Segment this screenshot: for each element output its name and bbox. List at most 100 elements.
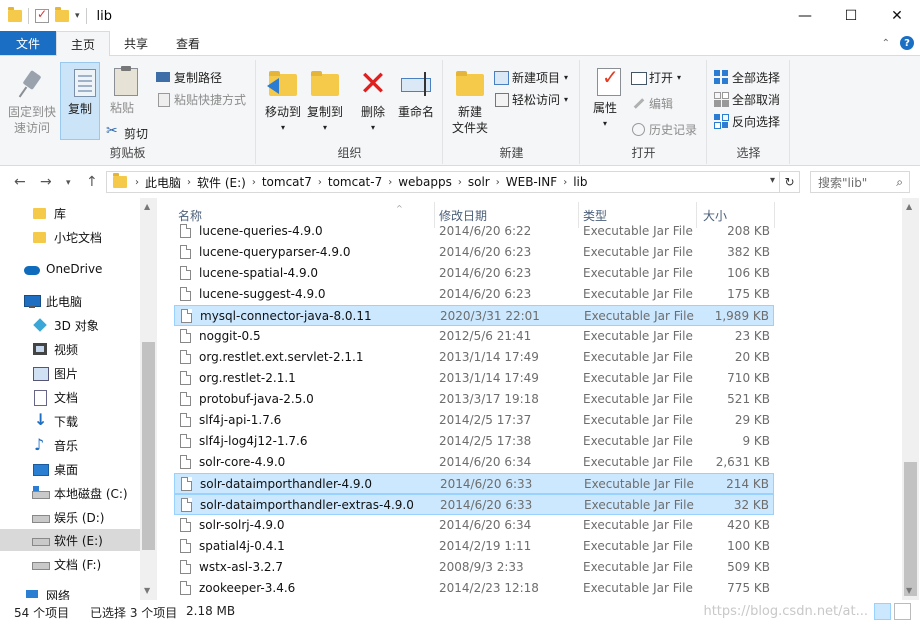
file-row[interactable]: lucene-spatial-4.9.0 2014/6/20 6:23 Execut… [174,263,774,284]
file-row[interactable]: slf4j-log4j12-1.7.6 2014/2/5 17:38 Executa… [174,431,774,452]
file-type: Executable Jar File [584,477,694,491]
open-button[interactable]: 打开 ▾ [631,66,681,88]
breadcrumb-lib[interactable]: lib [569,175,591,189]
file-row[interactable]: wstx-asl-3.2.7 2008/9/3 2:33 Executable Ja… [174,557,774,578]
address-history-chevron-icon[interactable]: ▾ [770,175,775,186]
breadcrumb-drive-e[interactable]: 软件 (E:) [193,174,250,191]
properties-button[interactable]: 属性 ▾ [585,62,625,140]
file-size: 509 KB [727,560,770,574]
file-row[interactable]: lucene-queries-4.9.0 2014/6/20 6:22 Execut… [174,221,774,242]
easy-access-button[interactable]: 轻松访问 ▾ [494,88,568,110]
file-row[interactable]: solr-core-4.9.0 2014/6/20 6:34 Executable … [174,452,774,473]
select-none-button[interactable]: 全部取消 [714,88,780,110]
properties-icon [597,68,621,96]
details-view-button[interactable] [874,603,891,620]
history-button[interactable]: 历史记录 [631,118,697,140]
nav-item-videos[interactable]: 视频 [0,338,140,360]
nav-item-downloads[interactable]: 下载 [0,410,140,432]
scroll-up-icon[interactable]: ▲ [144,202,150,211]
new-item-button[interactable]: 新建项目 ▾ [494,66,568,88]
file-row[interactable]: org.restlet-2.1.1 2013/1/14 17:49 Executab… [174,368,774,389]
nav-item-drive-f[interactable]: 文档 (F:) [0,553,140,575]
nav-item-desktop[interactable]: 桌面 [0,458,140,480]
nav-item-drive-e[interactable]: 软件 (E:) [0,529,140,551]
tab-share[interactable]: 共享 [110,31,162,55]
file-row[interactable]: mysql-connector-java-8.0.11 2020/3/31 22:… [174,305,774,326]
edit-button[interactable]: 编辑 [631,92,673,114]
nav-item-library[interactable]: 库 [0,202,140,224]
breadcrumb-web-inf[interactable]: WEB-INF [502,175,561,189]
customize-quick-access-chevron-icon[interactable]: ▾ [75,11,80,21]
file-row[interactable]: spatial4j-0.4.1 2014/2/19 1:11 Executable … [174,536,774,557]
large-icons-view-button[interactable] [894,603,911,620]
nav-item-xiaotuo-docs[interactable]: 小坨文档 [0,226,140,248]
file-row[interactable]: zookeeper-3.4.6 2014/2/23 12:18 Executable… [174,578,774,599]
cut-button[interactable]: 剪切 [106,122,148,144]
tab-view[interactable]: 查看 [162,31,214,55]
nav-item-pictures[interactable]: 图片 [0,362,140,384]
file-size: 100 KB [727,539,770,553]
breadcrumb-separator: › [495,176,500,188]
nav-pane-scroll-thumb[interactable] [142,342,155,550]
file-list-scroll-thumb[interactable] [904,462,917,596]
properties-label: 属性 [592,101,617,115]
file-row[interactable]: lucene-suggest-4.9.0 2014/6/20 6:23 Execut… [174,284,774,305]
select-all-button[interactable]: 全部选择 [714,66,780,88]
nav-item-documents[interactable]: 文档 [0,386,140,408]
scroll-down-icon[interactable]: ▼ [906,586,912,595]
close-button[interactable]: ✕ [874,0,920,32]
forward-arrow-icon[interactable]: → [40,174,52,190]
paste-shortcut-button[interactable]: 粘贴快捷方式 [156,88,246,110]
copy-button[interactable]: 复制 [60,62,100,140]
nav-item-drive-c[interactable]: 本地磁盘 (C:) [0,482,140,504]
ribbon-collapse-icon[interactable]: ⌃ [882,38,890,49]
minimize-button[interactable]: — [782,0,828,32]
new-folder-quick-icon[interactable] [55,7,69,22]
delete-button[interactable]: ✕ 删除 ▾ [353,62,393,140]
file-list-scrollbar[interactable]: ▲ ▼ [902,198,919,600]
file-row[interactable]: solr-solrj-4.9.0 2014/6/20 6:34 Executable… [174,515,774,536]
nav-item-label: 视频 [54,342,79,357]
file-row[interactable]: noggit-0.5 2012/5/6 21:41 Executable Jar F… [174,326,774,347]
search-box[interactable]: 搜索"lib" ⌕ [810,171,910,193]
nav-item-onedrive[interactable]: OneDrive [0,258,140,280]
breadcrumb-tomcat-7[interactable]: tomcat-7 [324,175,386,189]
file-row[interactable]: protobuf-java-2.5.0 2013/3/17 19:18 Execut… [174,389,774,410]
copy-path-button[interactable]: 复制路径 [156,66,222,88]
maximize-button[interactable]: ☐ [828,0,874,32]
file-row[interactable]: slf4j-api-1.7.6 2014/2/5 17:37 Executable … [174,410,774,431]
invert-selection-button[interactable]: 反向选择 [714,110,780,132]
nav-item-music[interactable]: 音乐 [0,434,140,456]
refresh-button[interactable]: ↻ [780,171,800,193]
breadcrumb-webapps[interactable]: webapps [394,175,456,189]
divider[interactable] [774,202,775,228]
tab-home[interactable]: 主页 [56,31,111,56]
move-to-button[interactable]: 移动到 ▾ [261,62,305,140]
pin-quick-access-button[interactable]: 固定到快 速访问 [6,62,58,140]
address-bar[interactable]: › 此电脑 › 软件 (E:) › tomcat7 › tomcat-7 › w… [106,171,780,193]
scroll-down-icon[interactable]: ▼ [144,586,150,595]
file-row[interactable]: lucene-queryparser-4.9.0 2014/6/20 6:23 Ex… [174,242,774,263]
breadcrumb-tomcat7[interactable]: tomcat7 [258,175,316,189]
file-row[interactable]: org.restlet.ext.servlet-2.1.1 2013/1/14 1… [174,347,774,368]
tab-file[interactable]: 文件 [0,31,56,55]
rename-button[interactable]: 重命名 [393,62,439,140]
file-row[interactable]: solr-dataimporthandler-4.9.0 2014/6/20 6:… [174,473,774,494]
properties-quick-icon[interactable] [35,7,49,23]
nav-pane-scrollbar[interactable]: ▲ ▼ [140,198,157,600]
new-folder-button[interactable]: 新建 文件夹 [448,62,492,140]
breadcrumb-solr[interactable]: solr [464,175,494,189]
nav-item-network[interactable]: 网络 [0,584,140,600]
back-arrow-icon[interactable]: ← [14,174,26,190]
title-bar: ▾ lib — ☐ ✕ [0,0,920,32]
file-row[interactable]: solr-dataimporthandler-extras-4.9.0 2014/… [174,494,774,515]
copy-to-button[interactable]: 复制到 ▾ [303,62,347,140]
help-icon[interactable]: ? [900,36,914,50]
scroll-up-icon[interactable]: ▲ [906,202,912,211]
recent-locations-chevron-icon[interactable]: ▾ [66,178,71,188]
nav-item-this-pc[interactable]: 此电脑 [0,290,140,312]
nav-item-drive-d[interactable]: 娱乐 (D:) [0,506,140,528]
breadcrumb-this-pc[interactable]: 此电脑 [141,174,185,191]
up-arrow-icon[interactable]: ↑ [86,174,98,190]
nav-item-3d-objects[interactable]: 3D 对象 [0,314,140,336]
